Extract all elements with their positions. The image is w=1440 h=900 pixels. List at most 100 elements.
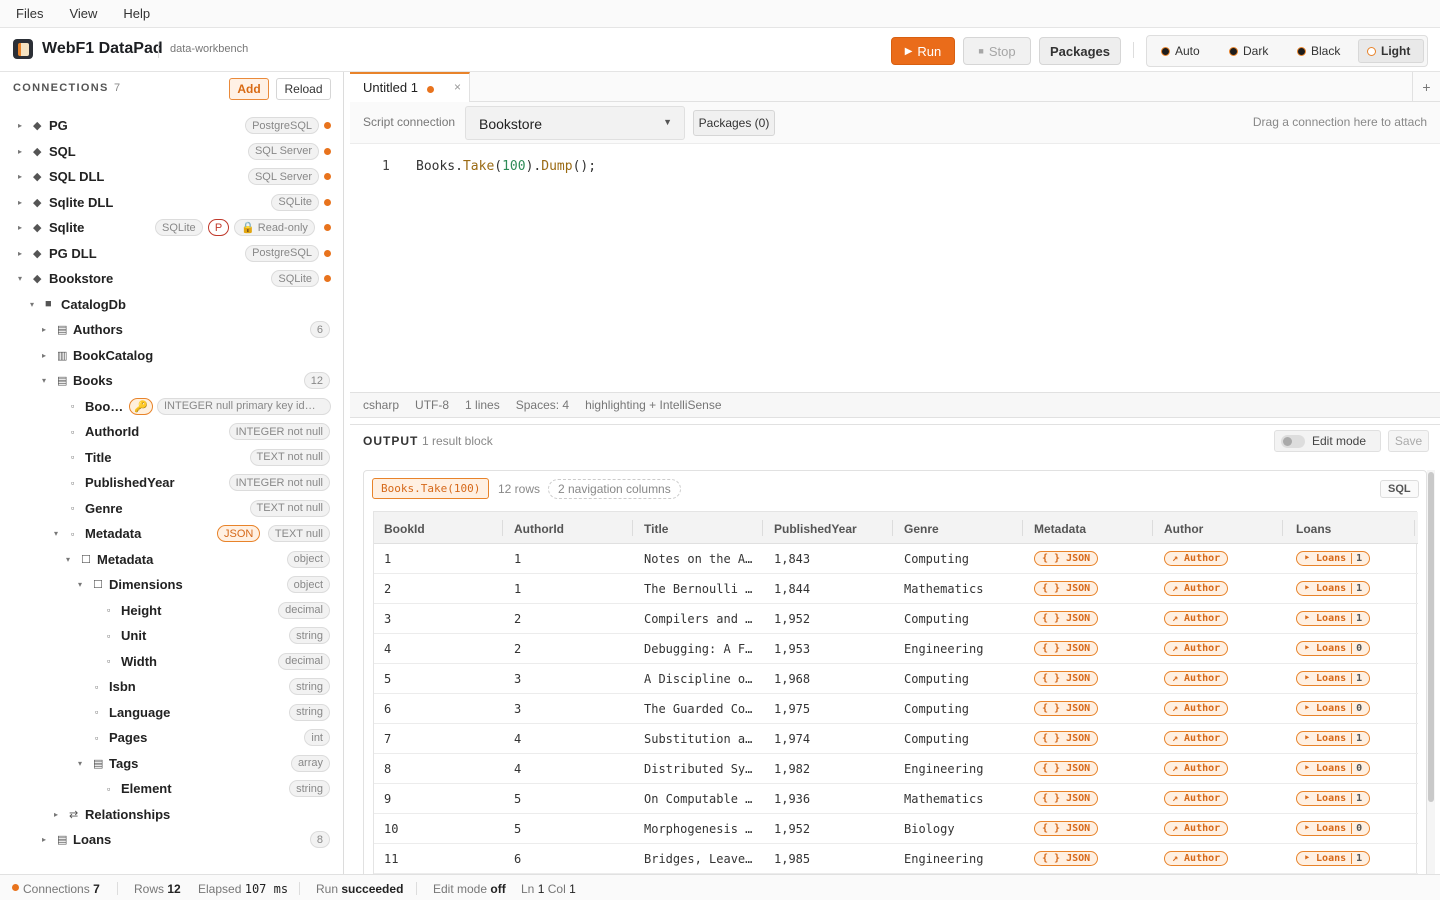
table-row[interactable]: 2 1 The Bernoulli … 1,844 Mathematics{ } JSO…	[374, 574, 1418, 604]
table-cell[interactable]: 3	[514, 702, 632, 716]
json-link[interactable]: { } JSON	[1034, 791, 1099, 806]
author-link[interactable]: ↗ Author	[1164, 851, 1229, 866]
sql-button[interactable]: SQL	[1380, 480, 1419, 498]
table-cell[interactable]: The Guarded Co…	[644, 702, 762, 716]
table-row[interactable]: 53 A Discipline o… 1,968 Computing { } JSON ↗…	[374, 664, 1418, 694]
json-node-metadata[interactable]: ▾ ☐ Metadata object	[0, 547, 343, 572]
theme-dark-button[interactable]: Dark	[1221, 39, 1287, 63]
json-link[interactable]: { } JSON	[1034, 671, 1099, 686]
author-link[interactable]: ↗ Author	[1164, 671, 1229, 686]
table-cell[interactable]: Debugging: A F…	[644, 642, 762, 656]
loans-link[interactable]: ‣ Loans 1	[1296, 791, 1371, 806]
code-line[interactable]: Books.Take(100).Dump();	[416, 159, 596, 174]
table-cell[interactable]: 3	[384, 612, 502, 626]
connection-pg[interactable]: ▸ ◆ PG PostgreSQL	[0, 113, 343, 138]
table-cell[interactable]: 1,968	[774, 672, 892, 686]
author-link[interactable]: ↗ Author	[1164, 581, 1229, 596]
chevron-down-icon[interactable]: ▾	[16, 274, 24, 283]
loans-link[interactable]: ‣ Loans 0	[1296, 701, 1371, 716]
chevron-down-icon[interactable]: ▾	[64, 555, 72, 564]
table-loans[interactable]: ▸ ▤ Loans 8	[0, 827, 343, 852]
reload-button[interactable]: Reload	[276, 78, 331, 100]
table-books[interactable]: ▾ ▤ Books 12	[0, 368, 343, 393]
table-cell[interactable]: 1,985	[774, 852, 892, 866]
table-cell[interactable]: A Discipline o…	[644, 672, 762, 686]
json-link[interactable]: { } JSON	[1034, 821, 1099, 836]
save-button[interactable]: Save	[1388, 430, 1429, 452]
table-cell[interactable]: Notes on the A…	[644, 552, 762, 566]
encoding[interactable]: UTF-8	[415, 398, 449, 412]
author-link[interactable]: ↗ Author	[1164, 611, 1229, 626]
json-link[interactable]: { } JSON	[1034, 581, 1099, 596]
json-link[interactable]: { } JSON	[1034, 641, 1099, 656]
table-cell[interactable]: 8	[384, 762, 502, 776]
relationships-node[interactable]: ▸ ⇄ Relationships	[0, 802, 343, 827]
json-node-language[interactable]: ▫ Language string	[0, 700, 343, 725]
connection-sql[interactable]: ▸ ◆ SQL SQL Server	[0, 139, 343, 164]
loans-link[interactable]: ‣ Loans 1	[1296, 611, 1371, 626]
table-row[interactable]: 7 4 Substitution a… 1,974 Computing { } JSON ↗…	[374, 724, 1418, 754]
connection-sqlite[interactable]: ▸ ◆ Sqlite SQLite P 🔒 Read-only	[0, 215, 343, 240]
table-cell[interactable]: Distributed Sy…	[644, 762, 762, 776]
table-cell[interactable]: On Computable …	[644, 792, 762, 806]
table-cell[interactable]: Substitution a…	[644, 732, 762, 746]
table-cell[interactable]: 2	[384, 582, 502, 596]
table-cell[interactable]: Mathematics	[904, 582, 1022, 596]
output-scrollbar[interactable]	[1427, 470, 1435, 880]
table-row[interactable]: 1 1 Notes on the A… 1,843 Computing{ } JSON ↗…	[374, 544, 1418, 574]
connection-select[interactable]: Bookstore ▼	[465, 106, 685, 140]
table-cell[interactable]: 5	[514, 792, 632, 806]
table-cell[interactable]: 1,936	[774, 792, 892, 806]
table-cell[interactable]: Engineering	[904, 762, 1022, 776]
column-header[interactable]: PublishedYear	[774, 522, 857, 536]
table-row[interactable]: 3 2 Compilers and … 1,952 Computing { } JSON ↗…	[374, 604, 1418, 634]
chevron-down-icon[interactable]: ▾	[76, 759, 84, 768]
chevron-down-icon[interactable]: ▾	[40, 376, 48, 385]
author-link[interactable]: ↗ Author	[1164, 701, 1229, 716]
loans-link[interactable]: ‣ Loans 0	[1296, 761, 1371, 776]
table-cell[interactable]: 1,975	[774, 702, 892, 716]
table-cell[interactable]: Engineering	[904, 852, 1022, 866]
edit-mode-toggle[interactable]: Edit mode	[1274, 430, 1381, 452]
table-cell[interactable]: 1	[514, 582, 632, 596]
column-header[interactable]: Title	[644, 522, 668, 536]
loans-link[interactable]: ‣ Loans 1	[1296, 851, 1371, 866]
json-link[interactable]: { } JSON	[1034, 611, 1099, 626]
column-header[interactable]: AuthorId	[514, 522, 564, 536]
table-row[interactable]: 8 4 Distributed Sy… 1,982 Engineering { } JSO…	[374, 754, 1418, 784]
language-mode[interactable]: csharp	[363, 398, 399, 412]
column-metadata[interactable]: ▾ ▫ Metadata JSON TEXT null	[0, 521, 343, 546]
view-bookcatalog[interactable]: ▸ ▥ BookCatalog	[0, 343, 343, 368]
tab-untitled-1[interactable]: Untitled 1 ×	[350, 72, 470, 102]
theme-light-button[interactable]: Light	[1358, 39, 1424, 63]
menu-view[interactable]: View	[69, 6, 97, 21]
table-cell[interactable]: 4	[384, 642, 502, 656]
packages-button[interactable]: Packages	[1039, 37, 1121, 65]
chevron-right-icon[interactable]: ▸	[52, 810, 60, 819]
author-link[interactable]: ↗ Author	[1164, 761, 1229, 776]
table-row[interactable]: 10 5 Morphogenesis … 1,952 Biology { } JSON ↗ …	[374, 814, 1418, 844]
json-node-unit[interactable]: ▫ Unit string	[0, 623, 343, 648]
column-header[interactable]: Metadata	[1034, 522, 1086, 536]
table-cell[interactable]: Bridges, Leave…	[644, 852, 762, 866]
json-node-element[interactable]: ▫ Element string	[0, 776, 343, 801]
table-cell[interactable]: Mathematics	[904, 792, 1022, 806]
connection-sqlite-dll[interactable]: ▸ ◆ Sqlite DLL SQLite	[0, 190, 343, 215]
table-cell[interactable]: Computing	[904, 552, 1022, 566]
author-link[interactable]: ↗ Author	[1164, 551, 1229, 566]
table-cell[interactable]: 5	[514, 822, 632, 836]
close-icon[interactable]: ×	[454, 80, 461, 94]
menu-files[interactable]: Files	[16, 6, 43, 21]
table-cell[interactable]: Computing	[904, 672, 1022, 686]
script-packages-button[interactable]: Packages (0)	[693, 110, 775, 136]
chevron-right-icon[interactable]: ▸	[40, 325, 48, 334]
loans-link[interactable]: ‣ Loans 1	[1296, 671, 1371, 686]
json-node-height[interactable]: ▫ Height decimal	[0, 598, 343, 623]
theme-black-button[interactable]: Black	[1289, 39, 1357, 63]
table-cell[interactable]: 11	[384, 852, 502, 866]
json-node-pages[interactable]: ▫ Pages int	[0, 725, 343, 750]
loans-link[interactable]: ‣ Loans 0	[1296, 821, 1371, 836]
loans-link[interactable]: ‣ Loans 1	[1296, 551, 1371, 566]
chevron-down-icon[interactable]: ▾	[52, 529, 60, 538]
chevron-right-icon[interactable]: ▸	[16, 223, 24, 232]
